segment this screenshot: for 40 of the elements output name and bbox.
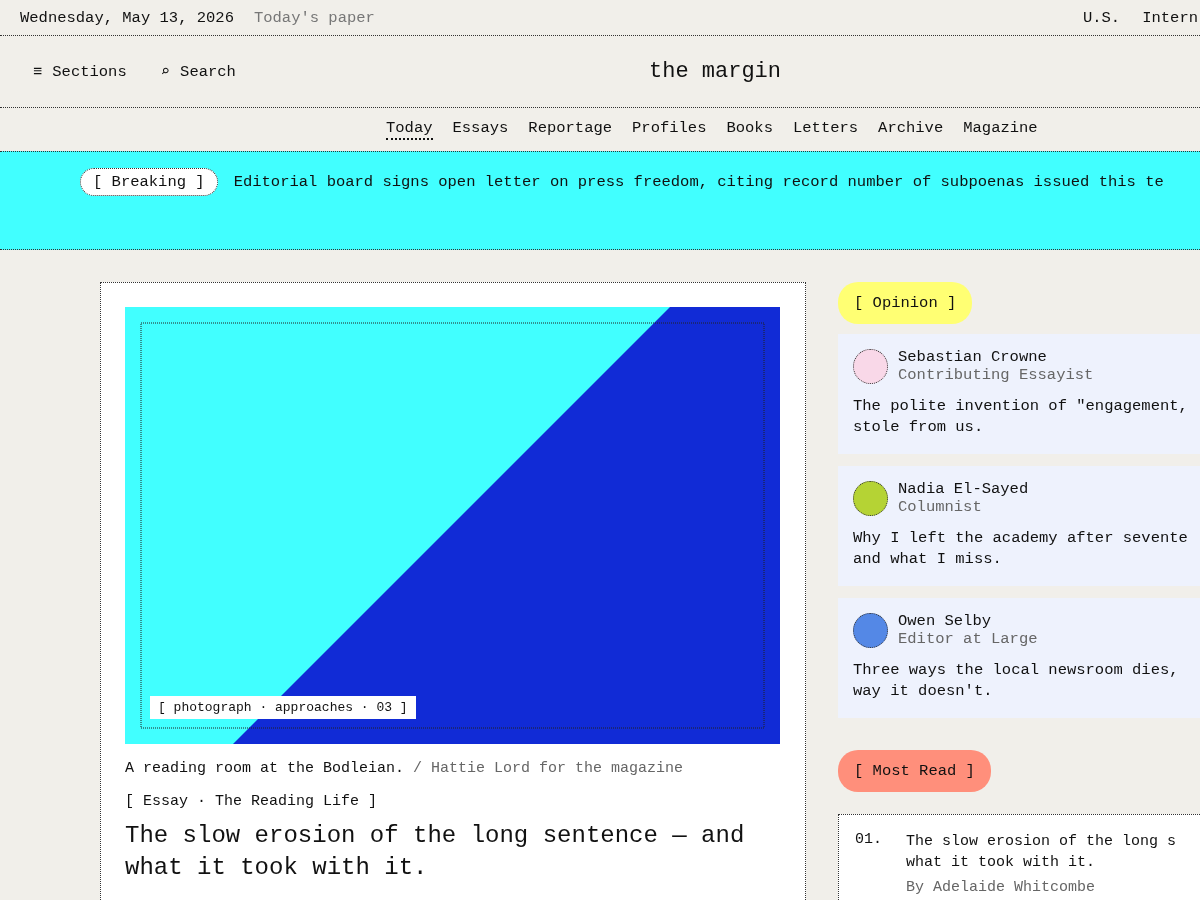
menu-icon: ≡ xyxy=(33,62,43,81)
nav-link[interactable]: Archive xyxy=(878,119,944,140)
nav-link[interactable]: Letters xyxy=(793,119,859,140)
author-role: Columnist xyxy=(898,498,983,516)
site-title: the margin xyxy=(649,59,782,84)
opinion-headline[interactable]: Three ways the local newsroom dies, way it doesn't. xyxy=(853,660,1200,702)
author-name: Sebastian Crowne xyxy=(898,348,1048,366)
most-read-label: [ Most Read ] xyxy=(838,750,991,792)
author-role: Editor at Large xyxy=(898,630,1038,648)
photo-tag: [ photograph · approaches · 03 ] xyxy=(150,696,416,719)
date-text: Wednesday, May 13, 2026 xyxy=(20,8,234,27)
nav-link[interactable]: Profiles xyxy=(632,119,707,140)
author-name: Nadia El-Sayed xyxy=(898,480,1029,498)
opinion-headline[interactable]: The polite invention of "engagement, stole from us. xyxy=(853,396,1200,438)
opinion-headline[interactable]: Why I left the academy after sevente and what I miss. xyxy=(853,528,1200,570)
photo-caption: A reading room at the Bodleian. / Hattie Lord for the magazine xyxy=(125,760,685,777)
edition-link[interactable]: U.S. xyxy=(1082,8,1121,27)
most-read-headline[interactable]: The slow erosion of the long s what it took with it. xyxy=(906,831,1177,873)
breaking-tag: [ Breaking ] xyxy=(80,168,218,196)
article-kicker: [ Essay · The Reading Life ] xyxy=(125,793,379,810)
rank-number: 01. xyxy=(855,831,882,850)
nav-link[interactable]: Essays xyxy=(452,119,509,140)
opinion-card[interactable]: Nadia El-Sayed Columnist Why I left the academy after sevente and what I miss. xyxy=(838,466,1200,586)
edition-link[interactable]: Intern xyxy=(1142,8,1198,27)
author-role: Contributing Essayist xyxy=(898,366,1094,384)
search-icon: ⌕ xyxy=(160,62,171,81)
nav-link[interactable]: Reportage xyxy=(528,119,613,140)
breaking-headline[interactable]: Editorial board signs open letter on press freedom, citing record number of subpoenas issued this te xyxy=(233,173,1164,191)
nav-link[interactable]: Magazine xyxy=(963,119,1038,140)
nav-link[interactable]: Today xyxy=(386,119,433,140)
opinion-card[interactable]: Sebastian Crowne Contributing Essayist The polite invention of "engagement, stole from us. xyxy=(838,334,1200,454)
nav-link[interactable]: Books xyxy=(726,119,773,140)
sections-button[interactable]: ≡ Sections xyxy=(33,62,127,81)
article-headline[interactable]: The slow erosion of the long sentence — and what it took with it. xyxy=(125,820,781,884)
opinion-label: [ Opinion ] xyxy=(838,282,973,324)
author-name: Owen Selby xyxy=(898,612,992,630)
byline: By Adelaide Whitcombe xyxy=(906,879,1097,896)
search-button[interactable]: ⌕ Search xyxy=(160,62,236,81)
opinion-card[interactable]: Owen Selby Editor at Large Three ways the local newsroom dies, way it doesn't. xyxy=(838,598,1200,718)
todays-paper-link[interactable]: Today's paper xyxy=(253,8,375,27)
